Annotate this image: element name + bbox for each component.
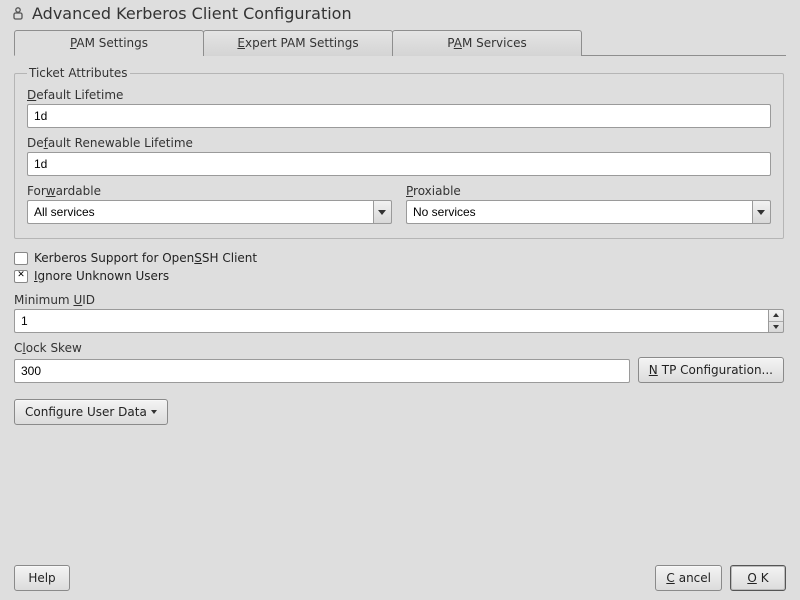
group-legend: Ticket Attributes [27, 66, 130, 80]
minimum-uid-label: Minimum UID [14, 293, 784, 307]
tab-pam-settings[interactable]: PAM Settings [14, 30, 204, 56]
configure-user-data-button[interactable]: Configure User Data [14, 399, 168, 425]
proxiable-combo[interactable] [406, 200, 771, 224]
proxiable-value[interactable] [406, 200, 752, 224]
default-renewable-input[interactable] [27, 152, 771, 176]
ignore-unknown-label: Ignore Unknown Users [34, 269, 169, 283]
forwardable-value[interactable] [27, 200, 373, 224]
titlebar: Advanced Kerberos Client Configuration [0, 0, 800, 29]
ticket-attributes-group: Ticket Attributes Default Lifetime Defau… [14, 66, 784, 239]
tab-pam-services[interactable]: PAM Services [392, 30, 582, 56]
openssh-label: Kerberos Support for OpenSSH Client [34, 251, 257, 265]
content-area: Ticket Attributes Default Lifetime Defau… [14, 56, 784, 425]
spin-up-button[interactable] [769, 310, 783, 322]
dialog-title: Advanced Kerberos Client Configuration [32, 4, 352, 23]
clock-skew-label: Clock Skew [14, 341, 784, 355]
default-lifetime-label: Default Lifetime [27, 88, 771, 102]
button-bar: Help Cancel OK [0, 556, 800, 600]
proxiable-label: Proxiable [406, 184, 771, 198]
forwardable-combo[interactable] [27, 200, 392, 224]
spin-buttons[interactable] [768, 309, 784, 333]
chevron-down-icon [773, 325, 779, 329]
chevron-down-icon [757, 210, 765, 215]
tab-label: M Services [462, 36, 527, 50]
openssh-checkbox-row[interactable]: Kerberos Support for OpenSSH Client [14, 251, 784, 265]
app-icon [10, 6, 26, 22]
dropdown-button[interactable] [373, 200, 392, 224]
help-button[interactable]: Help [14, 565, 70, 591]
forwardable-label: Forwardable [27, 184, 392, 198]
checkbox-checked[interactable] [14, 270, 28, 283]
chevron-up-icon [773, 313, 779, 317]
dropdown-button[interactable] [752, 200, 771, 224]
ignore-unknown-checkbox-row[interactable]: Ignore Unknown Users [14, 269, 784, 283]
button-label: Configure User Data [25, 405, 147, 419]
dialog-window: Advanced Kerberos Client Configuration P… [0, 0, 800, 600]
minimum-uid-spinbox[interactable] [14, 309, 784, 333]
chevron-down-icon [151, 410, 157, 414]
minimum-uid-input[interactable] [14, 309, 768, 333]
clock-skew-input[interactable] [14, 359, 630, 383]
cancel-button[interactable]: Cancel [655, 565, 722, 591]
tab-label: xpert PAM Settings [245, 36, 359, 50]
tab-label: AM Settings [76, 36, 148, 50]
tab-expert-pam-settings[interactable]: Expert PAM Settings [203, 30, 393, 56]
button-label: Help [28, 571, 55, 585]
checkbox-unchecked[interactable] [14, 252, 28, 265]
chevron-down-icon [378, 210, 386, 215]
ntp-configuration-button[interactable]: NTP Configuration... [638, 357, 784, 383]
spin-down-button[interactable] [769, 322, 783, 333]
ok-button[interactable]: OK [730, 565, 786, 591]
default-renewable-label: Default Renewable Lifetime [27, 136, 771, 150]
tab-bar: PAM Settings Expert PAM Settings PAM Ser… [14, 29, 786, 56]
default-lifetime-input[interactable] [27, 104, 771, 128]
